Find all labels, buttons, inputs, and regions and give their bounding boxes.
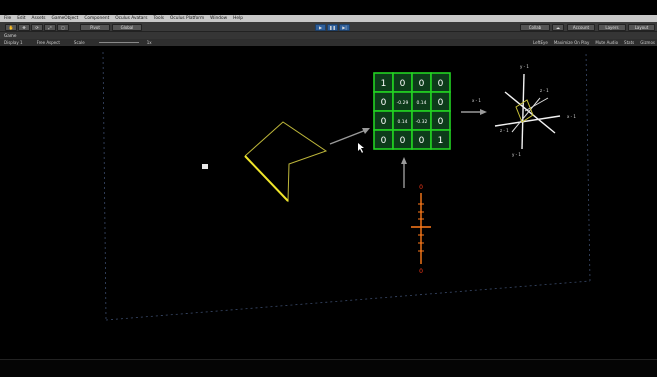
- layout-label: Layout: [634, 24, 649, 30]
- cloud-icon: ☁: [556, 24, 560, 30]
- matrix-value: 0: [438, 117, 444, 127]
- mouse-cursor: [358, 143, 364, 153]
- menu-window[interactable]: Window: [210, 16, 227, 21]
- matrix-value: 0.14: [416, 100, 426, 106]
- y-axis-line: [521, 73, 525, 150]
- board-edge-right: [585, 51, 591, 282]
- arrow-head-3: [401, 157, 407, 164]
- maximize-on-play-toggle[interactable]: Maximize On Play: [554, 40, 590, 45]
- menu-file[interactable]: File: [4, 16, 11, 21]
- matrix-value: 0: [400, 79, 406, 89]
- matrix-value: 1: [438, 136, 444, 146]
- hand-icon: ✋: [8, 24, 14, 30]
- matrix-value: 0: [381, 98, 387, 108]
- matrix-value: 0: [438, 79, 444, 89]
- gizmos-dropdown[interactable]: Gizmos: [640, 40, 655, 45]
- rotate-icon: ⟳: [35, 24, 39, 30]
- matrix-value: 0: [381, 117, 387, 127]
- global-label: Global: [120, 24, 134, 30]
- move-tool-button[interactable]: ✥: [18, 23, 30, 31]
- matrix-value: 0: [400, 136, 406, 146]
- matrix-value: -0.29: [397, 100, 409, 106]
- matrix-value: 0: [419, 136, 425, 146]
- rect-tool-button[interactable]: ▢: [57, 23, 69, 31]
- orange-label-top: 0: [419, 184, 423, 191]
- rect-icon: ▢: [61, 24, 65, 30]
- play-button[interactable]: ▶: [315, 23, 326, 31]
- scale-value: 1x: [146, 40, 152, 45]
- point-marker: [202, 164, 208, 169]
- matrix-value: 0: [419, 79, 425, 89]
- source-polygon: [244, 121, 328, 203]
- account-label: Account: [572, 24, 590, 30]
- axes-gizmo: y - 1 y - 1 x - 1 x - 1 z - 1 z - 1: [472, 64, 576, 157]
- collab-label: Collab: [528, 24, 542, 30]
- x-axis-line: [494, 115, 561, 127]
- scale-slider[interactable]: [98, 42, 139, 43]
- status-bar: [0, 359, 657, 377]
- game-tab-label: Game: [4, 33, 17, 38]
- play-icon: ▶: [318, 24, 323, 30]
- menu-help[interactable]: Help: [233, 16, 243, 21]
- game-view-toolbar: Display 1 Free Aspect Scale 1x LeftEye M…: [0, 39, 657, 46]
- board-edge-bottom: [105, 280, 591, 321]
- polygon-highlight-edge: [244, 155, 289, 202]
- cloud-button[interactable]: ☁: [552, 23, 564, 31]
- scale-tool-button[interactable]: ⤢: [44, 23, 56, 31]
- axis-label-y-bottom: y - 1: [512, 152, 521, 157]
- arrow-head-2: [480, 109, 487, 115]
- menu-oculus-avatars[interactable]: Oculus Avatars: [115, 16, 147, 21]
- transform-matrix: 1 0 0 0 0 -0.29 0.14 0 0 0.14 -0.32 0 0 …: [373, 72, 451, 150]
- arrow-polygon-to-matrix: [329, 129, 367, 145]
- scale-icon: ⤢: [48, 24, 52, 30]
- rotate-tool-button[interactable]: ⟳: [31, 23, 43, 31]
- orange-label-bottom: 0: [419, 268, 423, 275]
- global-toggle[interactable]: Global: [112, 23, 142, 31]
- mute-audio-toggle[interactable]: Mute Audio: [595, 40, 618, 45]
- matrix-value: 0.14: [397, 119, 407, 125]
- axis-label-x-left: x - 1: [472, 98, 481, 103]
- pivot-label: Pivot: [90, 24, 100, 30]
- aspect-dropdown[interactable]: Free Aspect: [37, 40, 60, 45]
- pause-icon: ❚❚: [329, 24, 336, 30]
- axis-label-x-right: x - 1: [567, 114, 576, 119]
- layers-label: Layers: [605, 24, 619, 30]
- toolbar: ✋ ✥ ⟳ ⤢ ▢ Pivot Global ▶ ❚❚ ▶| Collab ☁ …: [0, 22, 657, 32]
- window-top-band: [0, 0, 657, 15]
- layout-dropdown[interactable]: Layout: [628, 23, 655, 31]
- board-edge-left: [102, 51, 107, 321]
- collab-button[interactable]: Collab: [520, 23, 550, 31]
- game-viewport[interactable]: 1 0 0 0 0 -0.29 0.14 0 0 0.14 -0.32 0 0 …: [0, 46, 657, 359]
- hand-tool-button[interactable]: ✋: [5, 23, 17, 31]
- scale-label: Scale: [73, 40, 85, 45]
- menu-component[interactable]: Component: [84, 16, 109, 21]
- pivot-toggle[interactable]: Pivot: [80, 23, 110, 31]
- menu-gameobject[interactable]: GameObject: [52, 16, 79, 21]
- matrix-value: 0: [381, 136, 387, 146]
- diag-axis-line: [511, 97, 541, 133]
- matrix-value: 1: [381, 79, 387, 89]
- move-icon: ✥: [22, 24, 26, 30]
- step-button[interactable]: ▶|: [339, 23, 350, 31]
- axis-label-y-top: y - 1: [520, 64, 529, 69]
- menu-assets[interactable]: Assets: [32, 16, 46, 21]
- pause-button[interactable]: ❚❚: [327, 23, 338, 31]
- eye-dropdown[interactable]: LeftEye: [533, 40, 548, 45]
- account-dropdown[interactable]: Account: [567, 23, 595, 31]
- orange-number-line: 0 0: [411, 184, 431, 275]
- scene-canvas: 1 0 0 0 0 -0.29 0.14 0 0 0.14 -0.32 0 0 …: [102, 51, 591, 321]
- axis-label-z: z - 1: [540, 88, 549, 93]
- step-icon: ▶|: [342, 24, 347, 30]
- display-dropdown[interactable]: Display 1: [4, 40, 23, 45]
- layers-dropdown[interactable]: Layers: [598, 23, 626, 31]
- matrix-value: -0.32: [416, 119, 428, 125]
- menu-tools[interactable]: Tools: [153, 16, 164, 21]
- stats-toggle[interactable]: Stats: [624, 40, 634, 45]
- axis-label-z-neg: z - 1: [500, 128, 509, 133]
- matrix-value: 0: [438, 98, 444, 108]
- menu-edit[interactable]: Edit: [17, 16, 25, 21]
- menu-bar: File Edit Assets GameObject Component Oc…: [0, 15, 657, 22]
- game-tab[interactable]: Game: [0, 32, 657, 39]
- menu-oculus-platform[interactable]: Oculus Platform: [170, 16, 204, 21]
